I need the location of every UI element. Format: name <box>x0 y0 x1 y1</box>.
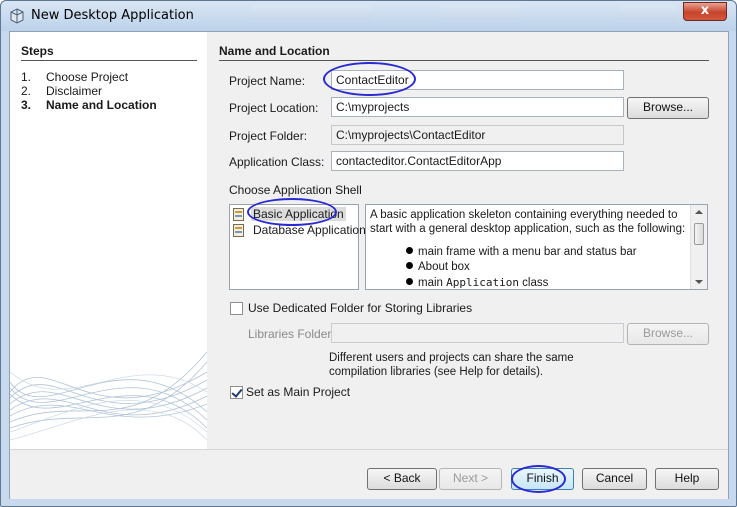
project-location-field[interactable]: C:\myprojects <box>331 97 624 117</box>
bullet-dot <box>406 247 413 254</box>
shell-description-text: A basic application skeleton containing … <box>370 209 686 235</box>
step-number: 1. <box>21 70 32 84</box>
description-scrollbar[interactable] <box>690 205 707 289</box>
bullet-dot <box>406 278 413 285</box>
dedicated-folder-label[interactable]: Use Dedicated Folder for Storing Librari… <box>248 301 472 315</box>
libraries-browse-button: Browse... <box>627 323 709 345</box>
project-name-label: Project Name: <box>229 74 306 88</box>
list-item-label: Basic Application <box>251 207 346 221</box>
project-folder-label: Project Folder: <box>229 129 308 143</box>
application-class-label: Application Class: <box>229 155 325 169</box>
step-label: Disclaimer <box>46 84 103 98</box>
steps-heading: Steps <box>21 44 54 58</box>
libraries-folder-label: Libraries Folder: <box>248 327 335 341</box>
background-window-ghost <box>621 5 676 21</box>
scroll-up-arrow-icon[interactable] <box>695 210 703 214</box>
description-bullet: About box <box>406 261 470 273</box>
close-button[interactable]: x <box>683 2 727 21</box>
database-file-icon <box>233 208 244 221</box>
description-bullet: main frame with a menu bar and status ba… <box>406 246 637 258</box>
application-class-field[interactable]: contacteditor.ContactEditorApp <box>331 151 624 171</box>
set-main-project-checkbox[interactable] <box>230 386 243 399</box>
scroll-thumb[interactable] <box>694 223 704 245</box>
project-name-field[interactable]: ContactEditor <box>331 70 624 90</box>
project-folder-field: C:\myprojects\ContactEditor <box>331 125 624 145</box>
cancel-button[interactable]: Cancel <box>582 468 647 490</box>
step-label: Choose Project <box>46 70 129 84</box>
step-number: 2. <box>21 84 32 98</box>
libraries-note: Different users and projects can share t… <box>329 352 574 378</box>
shell-description-box: A basic application skeleton containing … <box>365 204 708 290</box>
back-button[interactable]: < Back <box>367 468 437 490</box>
bullet-text: main frame with a menu bar and status ba… <box>418 246 637 258</box>
application-icon <box>10 8 24 24</box>
application-shell-label: Choose Application Shell <box>229 183 362 197</box>
description-bullet: main Application class <box>406 276 548 289</box>
application-shell-list[interactable]: Basic Application Database Application <box>229 204 366 290</box>
dedicated-folder-checkbox[interactable] <box>230 302 243 315</box>
bullet-dot <box>406 262 413 269</box>
help-button[interactable]: Help <box>655 468 719 490</box>
list-item[interactable]: Basic Application <box>233 207 357 223</box>
title-bar[interactable]: New Desktop Application x <box>1 1 736 31</box>
list-item-label: Database Application <box>253 223 366 237</box>
decorative-wave-graphic <box>10 351 207 441</box>
set-main-project-label[interactable]: Set as Main Project <box>246 385 350 399</box>
steps-panel: Steps 1. Choose Project 2. Disclaimer 3.… <box>10 32 207 449</box>
panel-divider <box>219 60 709 61</box>
database-file-icon <box>233 224 244 237</box>
dialog-window: New Desktop Application x Steps 1. Choos… <box>0 0 737 507</box>
step-number: 3. <box>21 98 32 112</box>
dialog-client-area: Steps 1. Choose Project 2. Disclaimer 3.… <box>9 31 729 499</box>
libraries-folder-field <box>331 323 624 343</box>
name-and-location-panel: Name and Location Project Name: ContactE… <box>208 32 728 449</box>
background-window-ghost <box>441 5 521 21</box>
next-button: Next > <box>439 468 502 490</box>
bullet-text: About box <box>418 261 470 273</box>
background-window-ghost <box>251 5 371 21</box>
list-item[interactable]: Database Application <box>233 223 366 239</box>
bullet-text-suffix: class <box>518 277 549 289</box>
step-label: Name and Location <box>46 98 157 112</box>
steps-divider <box>21 60 197 61</box>
finish-button[interactable]: Finish <box>511 468 574 490</box>
panel-heading: Name and Location <box>219 44 330 58</box>
project-location-label: Project Location: <box>229 101 319 115</box>
scroll-down-arrow-icon[interactable] <box>695 280 703 284</box>
project-location-browse-button[interactable]: Browse... <box>627 97 709 119</box>
wizard-button-bar: < Back Next > Finish Cancel Help <box>10 449 728 499</box>
window-title: New Desktop Application <box>31 8 194 23</box>
bullet-text-prefix: main <box>418 277 447 289</box>
bullet-code-text: Application <box>446 276 519 289</box>
